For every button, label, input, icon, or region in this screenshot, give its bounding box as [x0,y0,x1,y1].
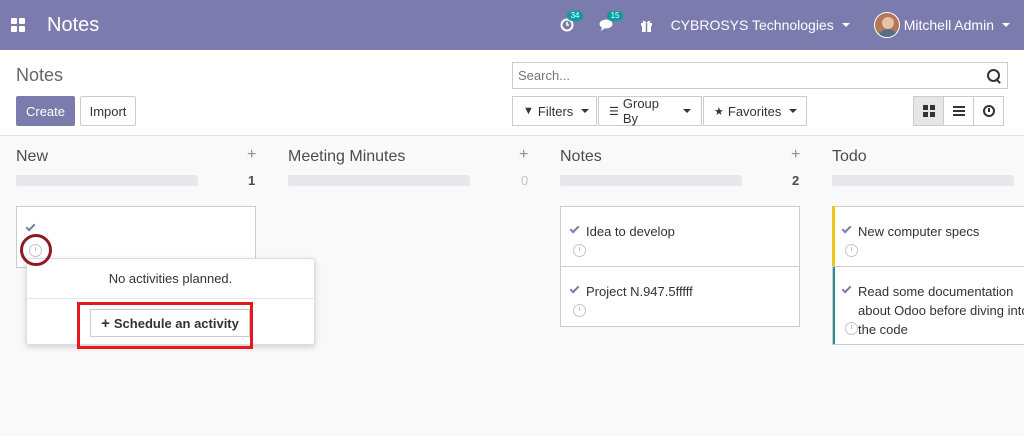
top-navbar: Notes 34 15 CYBROSYS Technologies Mitche… [0,0,1024,50]
filters-dropdown[interactable]: ▼ Filters [512,96,597,126]
kanban-view-button[interactable] [913,96,944,126]
progress-bar [288,175,470,186]
import-button[interactable]: Import [80,96,136,126]
kanban-card[interactable]: Project N.947.5fffff [560,266,800,327]
column-title[interactable]: New [16,148,48,166]
user-menu[interactable]: Mitchell Admin [873,12,1010,38]
activity-clock-icon[interactable] [845,322,858,335]
company-switcher[interactable]: CYBROSYS Technologies [671,17,850,33]
check-icon [25,221,36,232]
chevron-down-icon [1002,23,1010,27]
clock-icon [982,105,995,117]
card-title: Read some documentation about Odoo befor… [858,284,1024,337]
company-name: CYBROSYS Technologies [670,17,834,33]
chevron-down-icon [683,109,691,113]
chevron-down-icon [841,23,850,27]
messages-count-badge: 15 [606,11,624,21]
column-title[interactable]: Todo [832,148,867,166]
view-switcher [913,96,1004,126]
column-count: 2 [792,173,800,188]
chevron-down-icon [789,109,798,113]
avatar [873,12,900,38]
activity-count-badge: 34 [566,11,584,21]
kanban-card[interactable]: New computer specs [832,206,1024,267]
gift-icon[interactable] [639,17,655,33]
add-card-icon[interactable]: + [791,146,800,164]
highlight-box [77,302,253,349]
apps-menu-icon[interactable] [11,18,25,32]
column-count: 1 [248,173,256,188]
highlight-circle [20,234,52,266]
favorites-dropdown[interactable]: ★ Favorites [703,96,807,126]
app-title[interactable]: Notes [47,14,99,37]
card-title: Idea to develop [586,224,675,239]
messages-icon[interactable]: 15 [599,11,624,33]
kanban-column-meeting-minutes: Meeting Minutes + 0 [288,136,528,436]
control-panel: Notes Create Import ▼ Filters ☰ Group By… [0,50,1024,136]
search-icon[interactable] [987,68,1001,83]
filters-label: Filters [537,103,574,119]
favorites-label: Favorites [727,103,782,119]
group-by-icon: ☰ [609,105,619,118]
kanban-card[interactable]: Read some documentation about Odoo befor… [832,266,1024,345]
search-bar [512,62,1008,89]
column-title[interactable]: Meeting Minutes [288,148,405,166]
add-card-icon[interactable]: + [519,146,528,164]
search-input[interactable] [513,68,987,83]
progress-bar [832,175,1014,186]
divider [27,298,314,299]
kanban-icon [922,105,935,117]
activity-icon[interactable]: 34 [559,11,584,33]
activity-clock-icon[interactable] [573,244,586,257]
check-icon [841,223,852,234]
user-name: Mitchell Admin [903,17,994,33]
color-tag [833,267,835,344]
no-activities-message: No activities planned. [108,271,233,286]
activity-clock-icon[interactable] [845,244,858,257]
group-by-label: Group By [622,96,660,126]
check-icon [569,283,580,294]
filter-icon: ▼ [523,105,534,117]
progress-bar [16,175,198,186]
list-view-button[interactable] [943,96,974,126]
column-count: 0 [521,173,529,188]
kanban-card[interactable]: Idea to develop [560,206,800,267]
list-icon [952,106,965,116]
star-icon: ★ [714,105,724,118]
add-card-icon[interactable]: + [247,146,256,164]
color-tag [832,206,835,267]
column-title[interactable]: Notes [560,148,602,166]
chevron-down-icon [581,109,590,113]
activity-view-button[interactable] [973,96,1004,126]
card-title: Project N.947.5fffff [586,284,693,299]
activity-clock-icon[interactable] [573,304,586,317]
create-button[interactable]: Create [16,96,75,126]
breadcrumb: Notes [16,65,64,85]
group-by-dropdown[interactable]: ☰ Group By [598,96,702,126]
progress-bar [560,175,742,186]
card-title: New computer specs [858,224,980,239]
check-icon [569,223,580,234]
